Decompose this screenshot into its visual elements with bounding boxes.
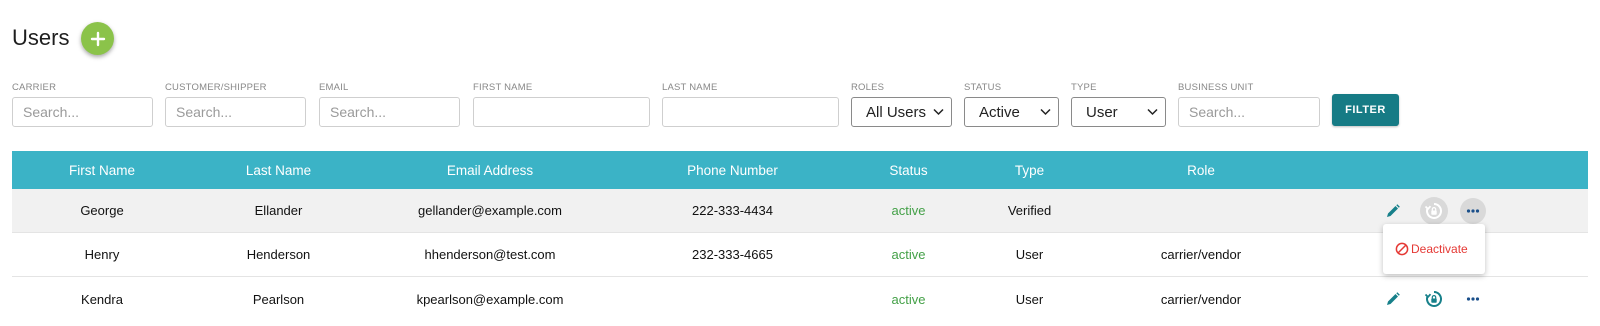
status-select[interactable]: Active	[964, 97, 1059, 127]
type-label: TYPE	[1071, 82, 1097, 93]
lock-reset-icon	[1424, 290, 1443, 307]
first-name-label: FIRST NAME	[473, 82, 533, 93]
reset-password-button[interactable]	[1420, 196, 1448, 225]
deactivate-menu-item[interactable]: Deactivate	[1383, 224, 1485, 274]
pencil-icon	[1387, 203, 1400, 217]
cell-status: active	[891, 247, 926, 262]
roles-label: ROLES	[851, 82, 885, 93]
cell-last-name: Henderson	[246, 247, 311, 262]
cell-email: kpearlson@example.com	[416, 291, 564, 307]
row-actions	[1380, 277, 1486, 321]
table-row: Henry Henderson hhenderson@test.com 232-…	[12, 233, 1588, 277]
ellipsis-icon	[1466, 297, 1480, 301]
page-title: Users	[12, 25, 70, 50]
status-filter: STATUS Active	[964, 82, 1059, 127]
first-name-filter: FIRST NAME	[473, 82, 650, 127]
reset-password-button[interactable]	[1420, 285, 1448, 313]
cell-first-name: George	[80, 203, 124, 218]
more-actions-button[interactable]	[1460, 286, 1486, 312]
business-unit-label: BUSINESS UNIT	[1178, 82, 1254, 93]
users-table: First Name Last Name Email Address Phone…	[12, 151, 1588, 321]
cell-last-name: Pearlson	[252, 291, 305, 307]
customer-shipper-filter: CUSTOMER/SHIPPER	[165, 82, 306, 127]
customer-shipper-search-input[interactable]	[165, 97, 306, 127]
cell-role: carrier/vendor	[1160, 247, 1242, 262]
cell-last-name: Ellander	[254, 203, 303, 218]
edit-button[interactable]	[1380, 198, 1406, 224]
cell-status: active	[891, 203, 926, 218]
first-name-input[interactable]	[473, 97, 650, 127]
cell-first-name: Henry	[84, 247, 120, 262]
carrier-label: CARRIER	[12, 82, 57, 93]
customer-shipper-label: CUSTOMER/SHIPPER	[165, 82, 267, 93]
cell-phone: 232-333-4665	[692, 247, 773, 262]
email-search-input[interactable]	[319, 97, 460, 127]
cell-email: hhenderson@test.com	[424, 247, 556, 262]
edit-button[interactable]	[1380, 286, 1406, 312]
chevron-down-icon	[1040, 108, 1051, 116]
business-unit-filter: BUSINESS UNIT	[1178, 82, 1320, 127]
cell-first-name: Kendra	[81, 291, 123, 307]
header-email[interactable]: Email Address	[365, 163, 615, 178]
cell-role: carrier/vendor	[1160, 291, 1242, 307]
cell-email: gellander@example.com	[418, 203, 562, 218]
roles-filter: ROLES All Users	[851, 82, 952, 127]
status-label: STATUS	[964, 82, 1002, 93]
carrier-search-input[interactable]	[12, 97, 153, 127]
email-label: EMAIL	[319, 82, 349, 93]
header-status[interactable]: Status	[850, 163, 967, 178]
ellipsis-icon	[1466, 208, 1480, 213]
last-name-label: LAST NAME	[662, 82, 718, 93]
chevron-down-icon	[933, 108, 944, 116]
header-phone[interactable]: Phone Number	[615, 163, 850, 178]
plus-icon	[90, 31, 105, 46]
type-filter: TYPE User	[1071, 82, 1166, 127]
roles-select-value: All Users	[866, 103, 927, 121]
status-select-value: Active	[979, 103, 1020, 121]
last-name-filter: LAST NAME	[662, 82, 839, 127]
filter-bar: CARRIER CUSTOMER/SHIPPER EMAIL FIRST NAM…	[12, 82, 1412, 128]
header-role[interactable]: Role	[1092, 163, 1310, 178]
type-select-value: User	[1086, 103, 1118, 121]
email-filter: EMAIL	[319, 82, 460, 127]
chevron-down-icon	[1147, 108, 1158, 116]
table-header: First Name Last Name Email Address Phone…	[12, 151, 1588, 189]
cell-type: User	[1015, 291, 1044, 307]
add-user-button[interactable]	[81, 22, 114, 55]
cell-type: User	[1015, 247, 1044, 262]
pencil-icon	[1387, 292, 1400, 305]
deactivate-label: Deactivate	[1411, 242, 1468, 256]
business-unit-search-input[interactable]	[1178, 97, 1320, 127]
table-row: Kendra Pearlson kpearlson@example.com ac…	[12, 277, 1588, 321]
more-actions-button[interactable]	[1460, 197, 1486, 224]
type-select[interactable]: User	[1071, 97, 1166, 127]
cell-phone: 222-333-4434	[692, 203, 773, 218]
header-last-name[interactable]: Last Name	[192, 163, 365, 178]
header-first-name[interactable]: First Name	[12, 163, 192, 178]
header-type[interactable]: Type	[967, 163, 1092, 178]
ban-icon	[1395, 242, 1409, 256]
cell-type: Verified	[1007, 203, 1052, 218]
carrier-filter: CARRIER	[12, 82, 153, 127]
filter-button[interactable]: FILTER	[1332, 94, 1399, 126]
roles-select[interactable]: All Users	[851, 97, 952, 127]
lock-reset-icon	[1424, 202, 1443, 219]
last-name-input[interactable]	[662, 97, 839, 127]
cell-status: active	[891, 291, 926, 307]
table-row: George Ellander gellander@example.com 22…	[12, 189, 1588, 233]
